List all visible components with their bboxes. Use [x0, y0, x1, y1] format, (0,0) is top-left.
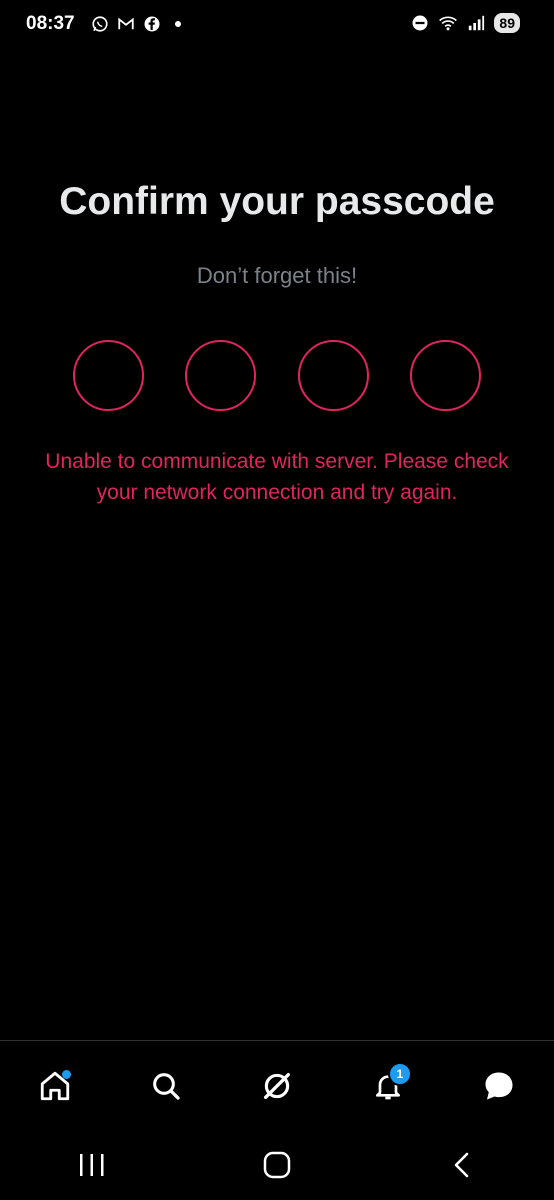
passcode-digit-4 — [409, 340, 481, 411]
recents-button[interactable] — [62, 1140, 122, 1190]
battery-level: 89 — [494, 13, 520, 33]
nav-notifications[interactable]: 1 — [366, 1062, 412, 1108]
gmail-icon — [116, 14, 136, 34]
status-bar: 08:37 89 — [0, 0, 554, 52]
back-chevron-icon — [454, 1152, 468, 1178]
passcode-digit-2 — [185, 340, 257, 411]
search-icon — [153, 1073, 180, 1100]
notification-badge: 1 — [387, 1062, 412, 1086]
signal-icon — [466, 13, 486, 33]
clock: 08:37 — [26, 13, 75, 34]
system-status-icons: 89 — [410, 13, 520, 33]
error-message: Unable to communicate with server. Pleas… — [45, 450, 509, 504]
nav-home[interactable] — [33, 1064, 77, 1108]
page-subtitle: Don’t forget this! — [196, 263, 358, 288]
nav-search[interactable] — [144, 1064, 188, 1108]
back-button[interactable] — [432, 1140, 492, 1190]
dnd-icon — [410, 13, 430, 33]
recents-icon — [80, 1154, 104, 1176]
home-square-icon — [263, 1151, 291, 1179]
nav-messages[interactable] — [477, 1064, 521, 1108]
notification-icons — [90, 14, 188, 34]
facebook-icon — [142, 14, 162, 34]
home-button[interactable] — [247, 1140, 307, 1190]
dot-icon — [168, 14, 188, 34]
grok-icon — [263, 1072, 291, 1100]
nav-grok[interactable] — [255, 1064, 299, 1108]
passcode-input[interactable] — [73, 340, 481, 414]
whatsapp-icon — [90, 14, 110, 34]
page-title: Confirm your passcode — [59, 180, 495, 223]
passcode-digit-1 — [73, 340, 144, 411]
wifi-icon — [438, 13, 458, 33]
passcode-digit-3 — [297, 340, 369, 411]
chat-bubble-icon — [485, 1072, 513, 1100]
system-navigation-bar — [0, 1130, 554, 1200]
bottom-nav: 1 — [0, 1040, 554, 1131]
